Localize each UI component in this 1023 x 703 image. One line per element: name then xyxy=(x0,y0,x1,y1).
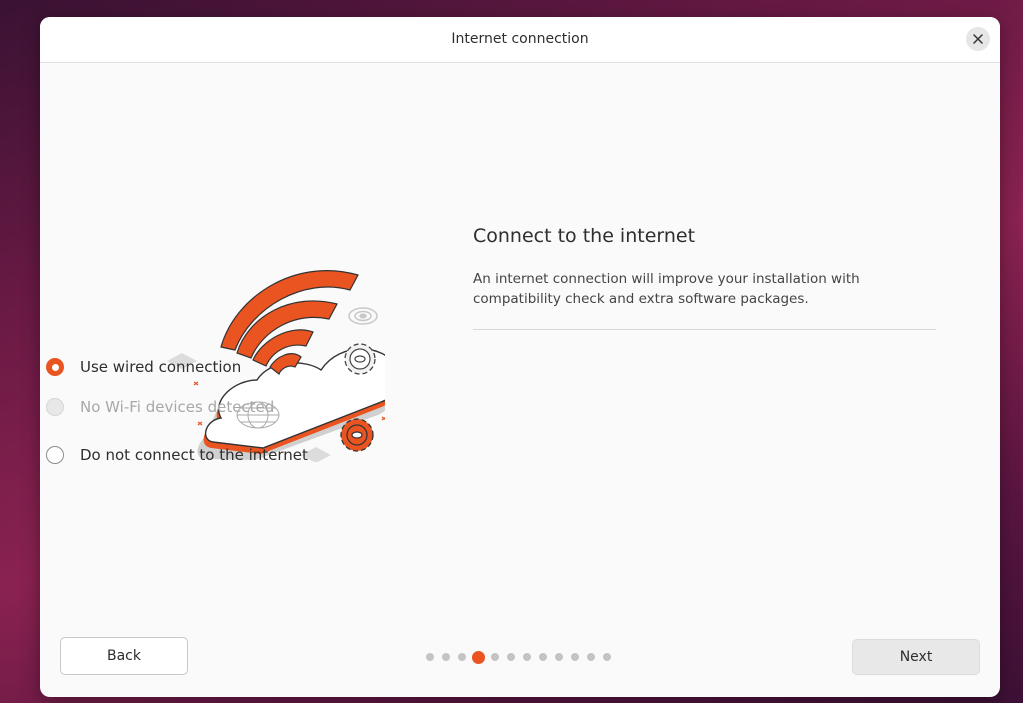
option-no-connection[interactable]: Do not connect to the internet xyxy=(46,446,308,464)
page-description: An internet connection will improve your… xyxy=(473,271,860,307)
option-label: No Wi-Fi devices detected xyxy=(80,398,275,416)
progress-dot xyxy=(603,653,611,661)
dialog-header: Internet connection xyxy=(40,17,1000,63)
option-wired-connection[interactable]: Use wired connection xyxy=(46,358,241,376)
progress-dot xyxy=(458,653,466,661)
close-button[interactable] xyxy=(966,27,990,51)
option-label: Do not connect to the internet xyxy=(80,446,308,464)
radio-no-connection[interactable] xyxy=(46,446,64,464)
main-content: Connect to the internet An internet conn… xyxy=(473,225,937,330)
progress-dot xyxy=(491,653,499,661)
progress-dot xyxy=(539,653,547,661)
progress-dot xyxy=(523,653,531,661)
progress-dot xyxy=(507,653,515,661)
page-heading: Connect to the internet xyxy=(473,225,696,247)
option-label: Use wired connection xyxy=(80,358,242,376)
progress-dot xyxy=(442,653,450,661)
progress-dot xyxy=(587,653,595,661)
dialog-title: Internet connection xyxy=(451,31,589,47)
divider xyxy=(473,329,936,330)
progress-dot xyxy=(426,653,434,661)
option-wifi: No Wi-Fi devices detected xyxy=(46,398,274,416)
progress-dot xyxy=(555,653,563,661)
close-icon xyxy=(973,34,983,44)
next-button[interactable]: Next xyxy=(852,639,980,675)
back-button[interactable]: Back xyxy=(60,637,188,675)
progress-dots xyxy=(426,650,619,664)
progress-dot xyxy=(571,653,579,661)
installer-dialog: Internet connection Connect to the inter… xyxy=(40,17,1000,697)
wifi-cloud-illustration xyxy=(167,270,385,462)
radio-wifi xyxy=(46,398,64,416)
radio-wired-connection[interactable] xyxy=(46,358,64,376)
progress-dot-current xyxy=(472,650,485,664)
